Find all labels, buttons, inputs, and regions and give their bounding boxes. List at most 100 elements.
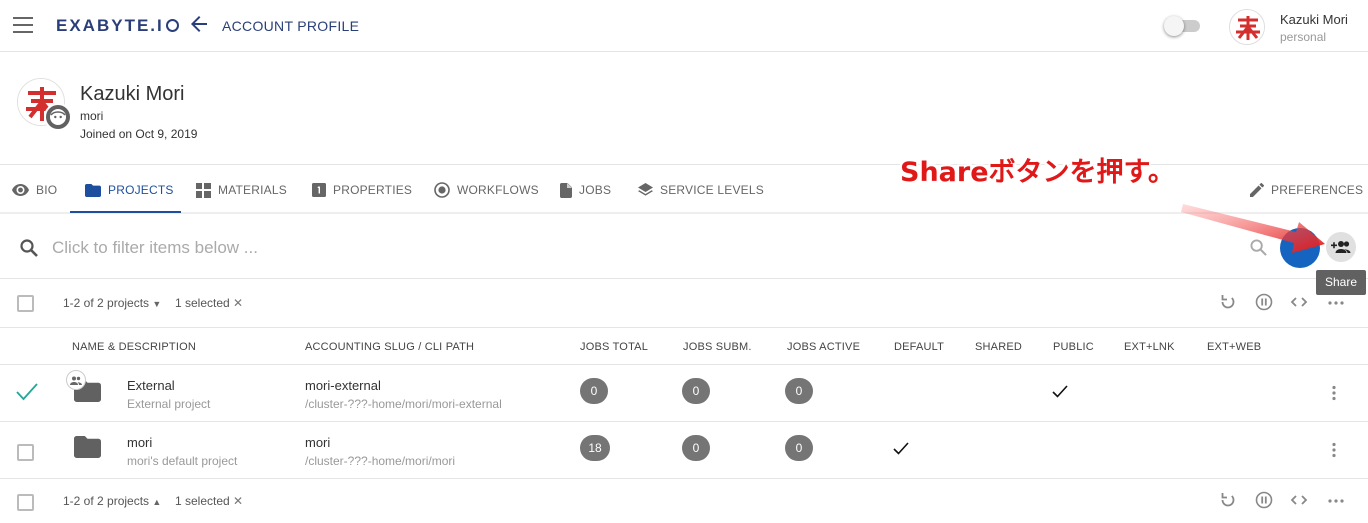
tab-materials[interactable]: MATERIALS (196, 166, 287, 214)
column-header[interactable]: JOBS TOTAL (580, 341, 648, 353)
workflows-icon (434, 182, 450, 198)
tab-workflows[interactable]: WORKFLOWS (434, 166, 539, 214)
share-button[interactable] (1326, 232, 1356, 262)
brand-logo[interactable]: EXABYTE.I (56, 16, 179, 36)
pause-icon[interactable] (1255, 491, 1273, 514)
user-account-type: personal (1280, 30, 1327, 44)
tab-label: PREFERENCES (1271, 183, 1364, 197)
jobs-submitted-badge: 0 (682, 435, 710, 461)
select-all-checkbox[interactable] (17, 494, 34, 511)
column-header[interactable]: ACCOUNTING SLUG / CLI PATH (305, 341, 474, 353)
personal-account-badge-icon (44, 103, 72, 131)
column-header[interactable]: EXT+WEB (1207, 341, 1261, 353)
row-checkbox[interactable] (17, 444, 34, 461)
active-tab-indicator (70, 211, 181, 213)
file-icon (560, 182, 572, 198)
more-horizontal-icon[interactable] (1327, 293, 1345, 316)
group-add-icon (1331, 241, 1351, 253)
layers-icon (638, 182, 653, 196)
annotation-text: Shareボタンを押す。 (900, 157, 1175, 188)
caret-up-icon: ▲ (152, 497, 162, 507)
column-header[interactable]: DEFAULT (894, 341, 944, 353)
tab-service-levels[interactable]: SERVICE LEVELS (638, 166, 764, 214)
project-name[interactable]: mori (127, 435, 152, 450)
search-icon[interactable] (1250, 239, 1267, 261)
project-path: /cluster-???-home/mori/mori (305, 454, 456, 468)
tab-label: BIO (36, 183, 58, 197)
jobs-total-badge: 0 (580, 378, 608, 404)
refresh-icon[interactable] (1219, 491, 1237, 514)
column-header[interactable]: JOBS SUBM. (683, 341, 752, 353)
table-row[interactable]: External External project mori-external … (0, 365, 1368, 422)
user-name[interactable]: Kazuki Mori (1280, 12, 1348, 27)
tab-projects[interactable]: PROJECTS (85, 166, 174, 214)
profile-login: mori (80, 109, 104, 123)
selection-count[interactable]: 1 selected ✕ (175, 494, 243, 508)
list-toolbar-bottom: 1-2 of 2 projects ▲ 1 selected ✕ (0, 478, 1368, 523)
profile-name: Kazuki Mori (80, 83, 185, 105)
back-arrow-icon[interactable] (189, 14, 209, 38)
folder-icon (85, 183, 101, 197)
tab-bio[interactable]: BIO (12, 166, 57, 214)
pencil-icon (1250, 183, 1264, 197)
menu-icon[interactable] (13, 17, 33, 33)
tab-label: PROPERTIES (333, 183, 413, 197)
column-header[interactable]: SHARED (975, 341, 1022, 353)
tab-label: JOBS (579, 183, 612, 197)
clear-selection-icon[interactable]: ✕ (233, 494, 243, 508)
selection-count[interactable]: 1 selected ✕ (175, 296, 243, 310)
pause-icon[interactable] (1255, 293, 1273, 316)
project-slug: mori-external (305, 378, 381, 393)
column-header[interactable]: JOBS ACTIVE (787, 341, 860, 353)
jobs-active-badge: 0 (785, 435, 813, 461)
refresh-icon[interactable] (1219, 293, 1237, 316)
filter-bar (0, 216, 1368, 279)
list-toolbar-top: 1-2 of 2 projects ▼ 1 selected ✕ (0, 280, 1368, 328)
project-description: mori's default project (127, 454, 238, 468)
pagination-range[interactable]: 1-2 of 2 projects ▲ (63, 494, 161, 508)
select-all-checkbox[interactable] (17, 295, 34, 312)
page-title: ACCOUNT PROFILE (222, 18, 360, 34)
theme-toggle[interactable] (1164, 16, 1202, 36)
code-icon[interactable] (1290, 491, 1308, 514)
public-check-icon (1052, 385, 1068, 403)
pagination-range[interactable]: 1-2 of 2 projects ▼ (63, 296, 161, 310)
brand-text: EXABYTE.I (56, 16, 164, 35)
selected-check-icon[interactable] (16, 383, 38, 406)
project-name[interactable]: External (127, 378, 175, 393)
eye-icon (12, 184, 29, 196)
clear-selection-icon[interactable]: ✕ (233, 296, 243, 310)
more-horizontal-icon[interactable] (1327, 491, 1345, 514)
tab-label: SERVICE LEVELS (660, 183, 764, 197)
project-slug: mori (305, 435, 331, 450)
search-icon (20, 239, 38, 262)
tab-jobs[interactable]: JOBS (560, 166, 611, 214)
column-header[interactable]: PUBLIC (1053, 341, 1094, 353)
materials-icon (196, 182, 211, 198)
jobs-active-badge: 0 (785, 378, 813, 404)
tab-preferences[interactable]: PREFERENCES (1250, 166, 1363, 214)
tab-label: PROJECTS (108, 183, 174, 197)
user-avatar[interactable] (1229, 9, 1265, 45)
add-project-button[interactable] (1280, 228, 1320, 268)
code-icon[interactable] (1290, 293, 1308, 316)
column-header[interactable]: EXT+LNK (1124, 341, 1175, 353)
row-more-icon[interactable] (1330, 442, 1338, 463)
table-header: NAME & DESCRIPTION ACCOUNTING SLUG / CLI… (0, 329, 1368, 365)
table-row[interactable]: mori mori's default project mori /cluste… (0, 422, 1368, 479)
project-path: /cluster-???-home/mori/mori-external (305, 397, 502, 411)
jobs-submitted-badge: 0 (682, 378, 710, 404)
tab-label: WORKFLOWS (457, 183, 539, 197)
shared-group-icon (66, 370, 86, 390)
default-check-icon (893, 442, 909, 460)
properties-icon (312, 183, 326, 197)
row-more-icon[interactable] (1330, 385, 1338, 406)
filter-input[interactable] (52, 236, 652, 260)
caret-down-icon: ▼ (152, 299, 162, 309)
brand-logo-mark (165, 19, 179, 32)
column-header[interactable]: NAME & DESCRIPTION (72, 341, 196, 353)
folder-icon (74, 436, 101, 463)
tab-properties[interactable]: PROPERTIES (312, 166, 412, 214)
profile-joined-date: Joined on Oct 9, 2019 (80, 127, 198, 141)
jobs-total-badge: 18 (580, 435, 610, 461)
